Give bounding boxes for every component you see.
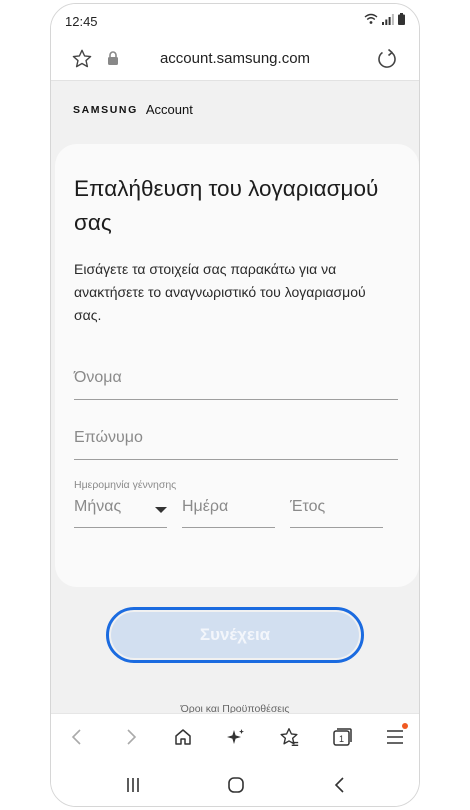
home-icon: [175, 729, 191, 745]
wifi-icon: [364, 13, 378, 24]
year-field[interactable]: Έτος: [290, 489, 383, 528]
brand-wordmark: SAMSUNG: [73, 103, 138, 116]
day-field[interactable]: Ημέρα: [182, 489, 275, 528]
tabs-icon: 1: [333, 728, 352, 746]
sparkle-icon: [227, 729, 244, 744]
reload-icon[interactable]: [375, 47, 399, 71]
back-icon: [71, 729, 81, 745]
bookmark-star-icon: [280, 728, 299, 746]
verify-account-card: Επαλήθευση του λογαριασμού σας Εισάγετε …: [55, 144, 419, 587]
first-name-field[interactable]: Όνομα: [74, 344, 398, 400]
browser-address-bar: account.samsung.com: [51, 40, 419, 81]
system-navigation-bar: [51, 759, 419, 806]
brand-product: Account: [145, 102, 193, 117]
page-title: Επαλήθευση του λογαριασμού σας: [74, 176, 379, 235]
tabs-button[interactable]: 1: [330, 725, 354, 749]
signal-icon: [382, 13, 394, 25]
page-content: SAMSUNG Account Επαλήθευση του λογαριασμ…: [51, 81, 419, 713]
url-text[interactable]: account.samsung.com: [51, 50, 419, 67]
back-nav-button[interactable]: [328, 773, 352, 797]
first-name-placeholder: Όνομα: [74, 369, 122, 386]
page-description: Εισάγετε τα στοιχεία σας παρακάτω για να…: [74, 261, 366, 323]
last-name-placeholder: Επώνυμο: [74, 429, 143, 446]
chevron-down-icon: [155, 507, 167, 513]
continue-button[interactable]: Συνέχεια: [111, 612, 359, 658]
home-nav-button[interactable]: [224, 773, 248, 797]
home-circle-icon: [228, 777, 244, 793]
recent-apps-button[interactable]: [121, 773, 145, 797]
month-select[interactable]: Μήνας: [74, 489, 167, 528]
month-placeholder: Μήνας: [74, 498, 122, 515]
forward-button[interactable]: [119, 725, 143, 749]
day-placeholder: Ημέρα: [182, 498, 229, 515]
recents-icon: [127, 778, 139, 792]
status-icons: [364, 13, 405, 25]
browser-toolbar: 1: [51, 713, 419, 760]
year-placeholder: Έτος: [290, 498, 326, 515]
battery-icon: [398, 13, 405, 25]
forward-icon: [127, 729, 137, 745]
menu-icon: [387, 730, 403, 744]
bookmarks-button[interactable]: [277, 725, 301, 749]
tab-count: 1: [339, 734, 344, 744]
samsung-account-logo: SAMSUNG Account: [73, 102, 193, 117]
notification-dot: [402, 723, 408, 729]
back-chevron-icon: [334, 777, 344, 793]
status-bar: 12:45: [51, 4, 419, 40]
status-time: 12:45: [65, 14, 98, 29]
home-button[interactable]: [171, 725, 195, 749]
terms-link[interactable]: Όροι και Προϋποθέσεις: [51, 703, 419, 713]
phone-frame: 12:45 account.samsung.com SAMSUNG Accoun…: [50, 3, 420, 807]
continue-button-focus-ring: Συνέχεια: [106, 607, 364, 663]
back-button[interactable]: [65, 725, 89, 749]
last-name-field[interactable]: Επώνυμο: [74, 404, 398, 460]
ai-button[interactable]: [224, 725, 248, 749]
